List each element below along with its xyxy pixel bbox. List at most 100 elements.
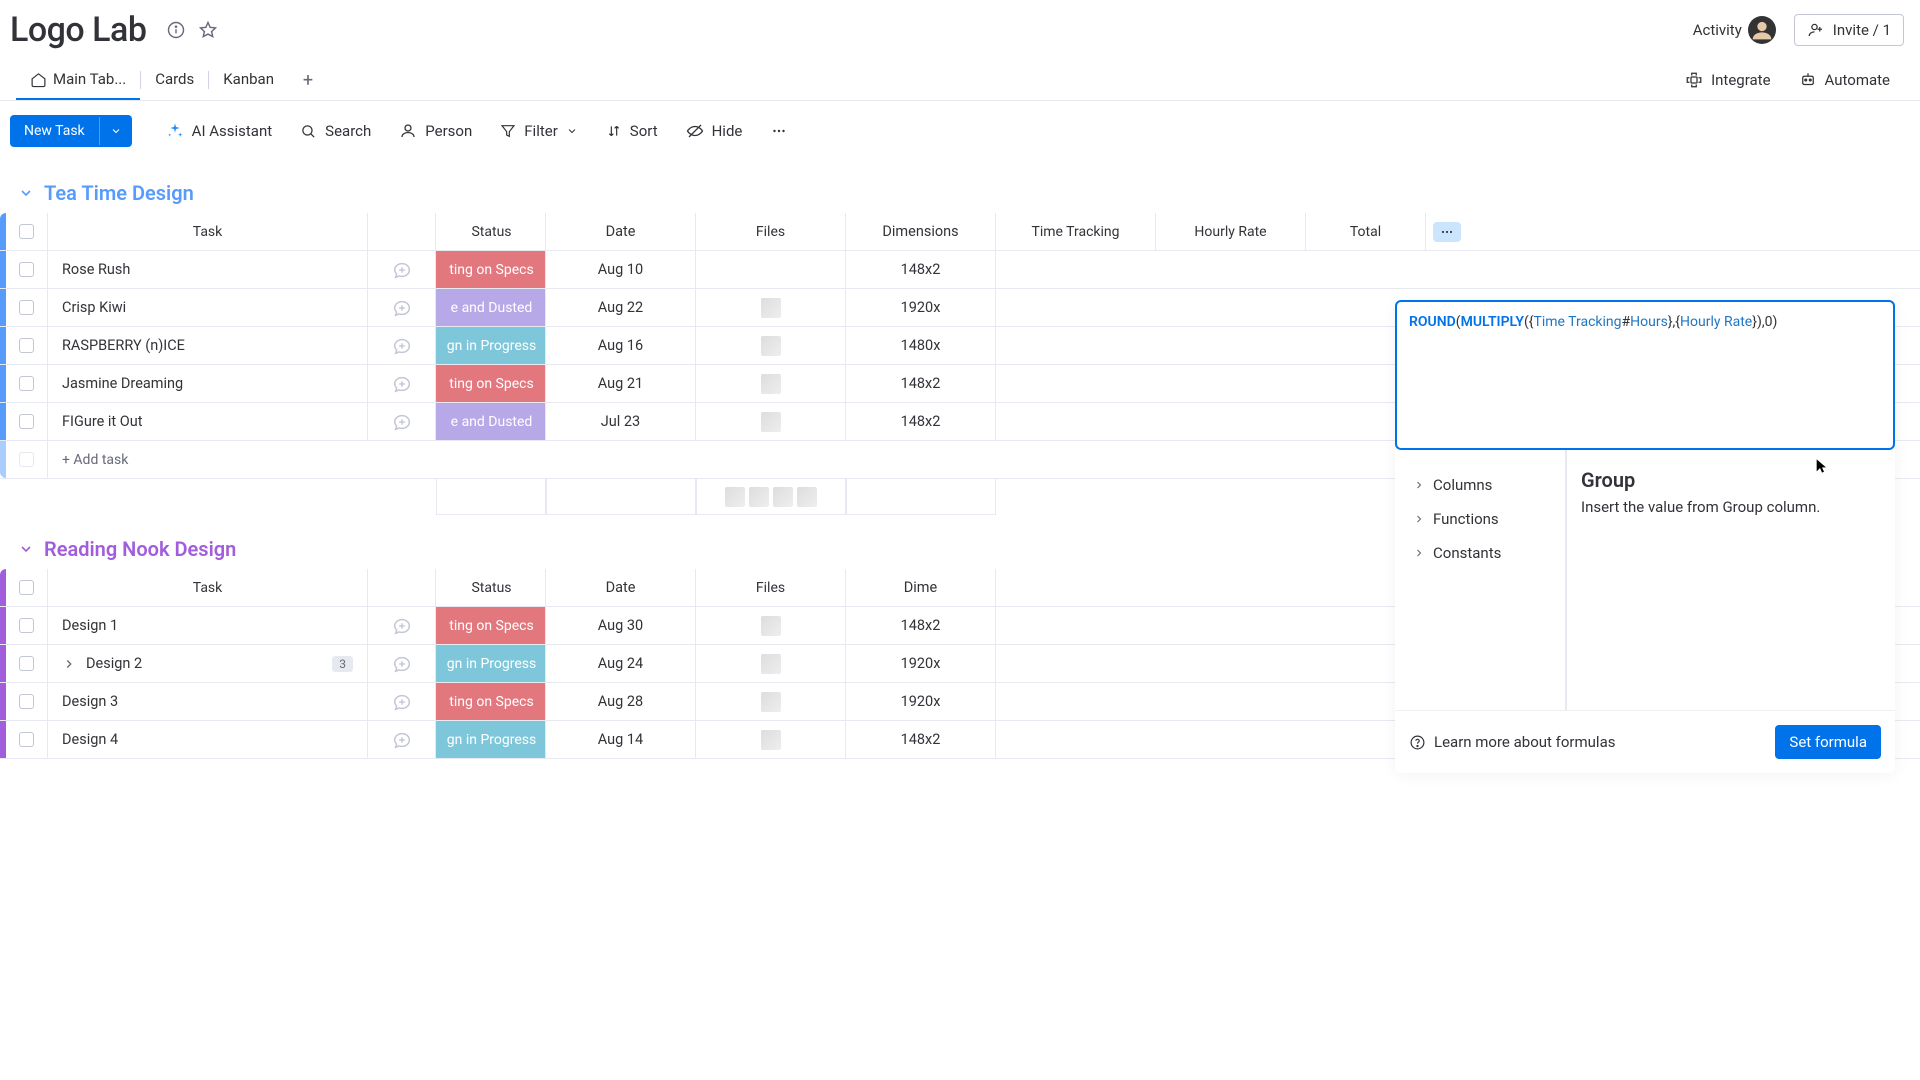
row-checkbox[interactable] bbox=[19, 414, 34, 429]
person-button[interactable]: Person bbox=[389, 116, 482, 146]
task-name-cell[interactable]: Jasmine Dreaming bbox=[48, 365, 368, 402]
more-toolbar-button[interactable] bbox=[760, 116, 798, 146]
hide-button[interactable]: Hide bbox=[676, 116, 753, 146]
formula-section-constants[interactable]: Constants bbox=[1409, 536, 1555, 570]
add-comment-button[interactable] bbox=[368, 403, 436, 440]
add-comment-button[interactable] bbox=[368, 365, 436, 402]
task-name-cell[interactable]: Design 4 bbox=[48, 721, 368, 758]
files-cell[interactable] bbox=[696, 251, 846, 288]
sort-button[interactable]: Sort bbox=[596, 116, 668, 146]
status-cell[interactable]: gn in Progress bbox=[436, 721, 546, 758]
board-title[interactable]: Logo Lab bbox=[10, 10, 146, 50]
row-checkbox[interactable] bbox=[19, 656, 34, 671]
row-checkbox[interactable] bbox=[19, 618, 34, 633]
learn-more-link[interactable]: Learn more about formulas bbox=[1409, 733, 1615, 751]
row-checkbox[interactable] bbox=[19, 376, 34, 391]
select-all-checkbox[interactable] bbox=[19, 224, 34, 239]
row-checkbox[interactable] bbox=[19, 338, 34, 353]
task-name-cell[interactable]: Design 1 bbox=[48, 607, 368, 644]
files-cell[interactable] bbox=[696, 327, 846, 364]
date-cell[interactable]: Aug 30 bbox=[546, 607, 696, 644]
dimensions-cell[interactable]: 1920x bbox=[846, 645, 996, 682]
col-task[interactable]: Task bbox=[48, 213, 368, 250]
ai-assistant-button[interactable]: AI Assistant bbox=[156, 116, 283, 146]
col-date[interactable]: Date bbox=[546, 213, 696, 250]
dimensions-cell[interactable]: 1480x bbox=[846, 327, 996, 364]
star-icon[interactable] bbox=[192, 14, 224, 46]
task-name-cell[interactable]: Design 3 bbox=[48, 683, 368, 720]
info-icon[interactable] bbox=[160, 14, 192, 46]
tab-main[interactable]: Main Tab... bbox=[16, 60, 140, 100]
add-comment-button[interactable] bbox=[368, 683, 436, 720]
add-view-button[interactable]: + bbox=[294, 66, 322, 94]
status-cell[interactable]: e and Dusted bbox=[436, 289, 546, 326]
subitems-toggle[interactable] bbox=[62, 657, 80, 671]
file-thumbnail[interactable] bbox=[761, 692, 781, 712]
dimensions-cell[interactable]: 148x2 bbox=[846, 607, 996, 644]
add-comment-button[interactable] bbox=[368, 645, 436, 682]
files-cell[interactable] bbox=[696, 289, 846, 326]
row-checkbox[interactable] bbox=[19, 732, 34, 747]
row-checkbox[interactable] bbox=[19, 694, 34, 709]
group-collapse-toggle[interactable] bbox=[18, 185, 34, 201]
row-checkbox[interactable] bbox=[19, 300, 34, 315]
tab-kanban[interactable]: Kanban bbox=[209, 60, 288, 100]
new-task-button[interactable]: New Task bbox=[10, 115, 132, 147]
date-cell[interactable]: Jul 23 bbox=[546, 403, 696, 440]
col-files[interactable]: Files bbox=[696, 569, 846, 606]
filter-button[interactable]: Filter bbox=[490, 116, 588, 146]
formula-section-columns[interactable]: Columns bbox=[1409, 468, 1555, 502]
formula-input[interactable]: ROUND(MULTIPLY({Time Tracking#Hours},{Ho… bbox=[1395, 300, 1895, 450]
col-date[interactable]: Date bbox=[546, 569, 696, 606]
formula-section-functions[interactable]: Functions bbox=[1409, 502, 1555, 536]
files-cell[interactable] bbox=[696, 607, 846, 644]
add-comment-button[interactable] bbox=[368, 721, 436, 758]
task-name-cell[interactable]: Rose Rush bbox=[48, 251, 368, 288]
col-files[interactable]: Files bbox=[696, 213, 846, 250]
group-title[interactable]: Reading Nook Design bbox=[44, 537, 236, 561]
task-name-cell[interactable]: Crisp Kiwi bbox=[48, 289, 368, 326]
file-thumbnail[interactable] bbox=[761, 654, 781, 674]
set-formula-button[interactable]: Set formula bbox=[1775, 725, 1881, 759]
dimensions-cell[interactable]: 148x2 bbox=[846, 365, 996, 402]
date-cell[interactable]: Aug 16 bbox=[546, 327, 696, 364]
tab-cards[interactable]: Cards bbox=[141, 60, 208, 100]
col-time[interactable]: Time Tracking bbox=[996, 213, 1156, 250]
chevron-down-icon[interactable] bbox=[99, 117, 132, 145]
task-name-cell[interactable]: RASPBERRY (n)ICE bbox=[48, 327, 368, 364]
file-thumbnail[interactable] bbox=[761, 730, 781, 750]
dimensions-cell[interactable]: 148x2 bbox=[846, 403, 996, 440]
files-cell[interactable] bbox=[696, 365, 846, 402]
files-cell[interactable] bbox=[696, 721, 846, 758]
file-thumbnail[interactable] bbox=[761, 374, 781, 394]
status-cell[interactable]: ting on Specs bbox=[436, 683, 546, 720]
col-rate[interactable]: Hourly Rate bbox=[1156, 213, 1306, 250]
dimensions-cell[interactable]: 1920x bbox=[846, 289, 996, 326]
col-dim[interactable]: Dime bbox=[846, 569, 996, 606]
invite-button[interactable]: Invite / 1 bbox=[1794, 14, 1904, 46]
date-cell[interactable]: Aug 28 bbox=[546, 683, 696, 720]
file-thumbnail[interactable] bbox=[761, 616, 781, 636]
status-cell[interactable]: ting on Specs bbox=[436, 607, 546, 644]
col-status[interactable]: Status bbox=[436, 213, 546, 250]
task-name-cell[interactable]: FIGure it Out bbox=[48, 403, 368, 440]
status-cell[interactable]: e and Dusted bbox=[436, 403, 546, 440]
automate-button[interactable]: Automate bbox=[1785, 63, 1904, 97]
col-task[interactable]: Task bbox=[48, 569, 368, 606]
col-total[interactable]: Total bbox=[1306, 213, 1426, 250]
group-title[interactable]: Tea Time Design bbox=[44, 181, 194, 205]
column-menu-button[interactable] bbox=[1433, 222, 1461, 242]
files-cell[interactable] bbox=[696, 645, 846, 682]
dimensions-cell[interactable]: 148x2 bbox=[846, 251, 996, 288]
col-status[interactable]: Status bbox=[436, 569, 546, 606]
search-button[interactable]: Search bbox=[290, 116, 381, 146]
add-comment-button[interactable] bbox=[368, 607, 436, 644]
date-cell[interactable]: Aug 21 bbox=[546, 365, 696, 402]
dimensions-cell[interactable]: 1920x bbox=[846, 683, 996, 720]
activity-button[interactable]: Activity bbox=[1685, 12, 1784, 48]
select-all-checkbox[interactable] bbox=[19, 580, 34, 595]
files-cell[interactable] bbox=[696, 403, 846, 440]
status-cell[interactable]: ting on Specs bbox=[436, 251, 546, 288]
file-thumbnail[interactable] bbox=[761, 298, 781, 318]
add-comment-button[interactable] bbox=[368, 289, 436, 326]
